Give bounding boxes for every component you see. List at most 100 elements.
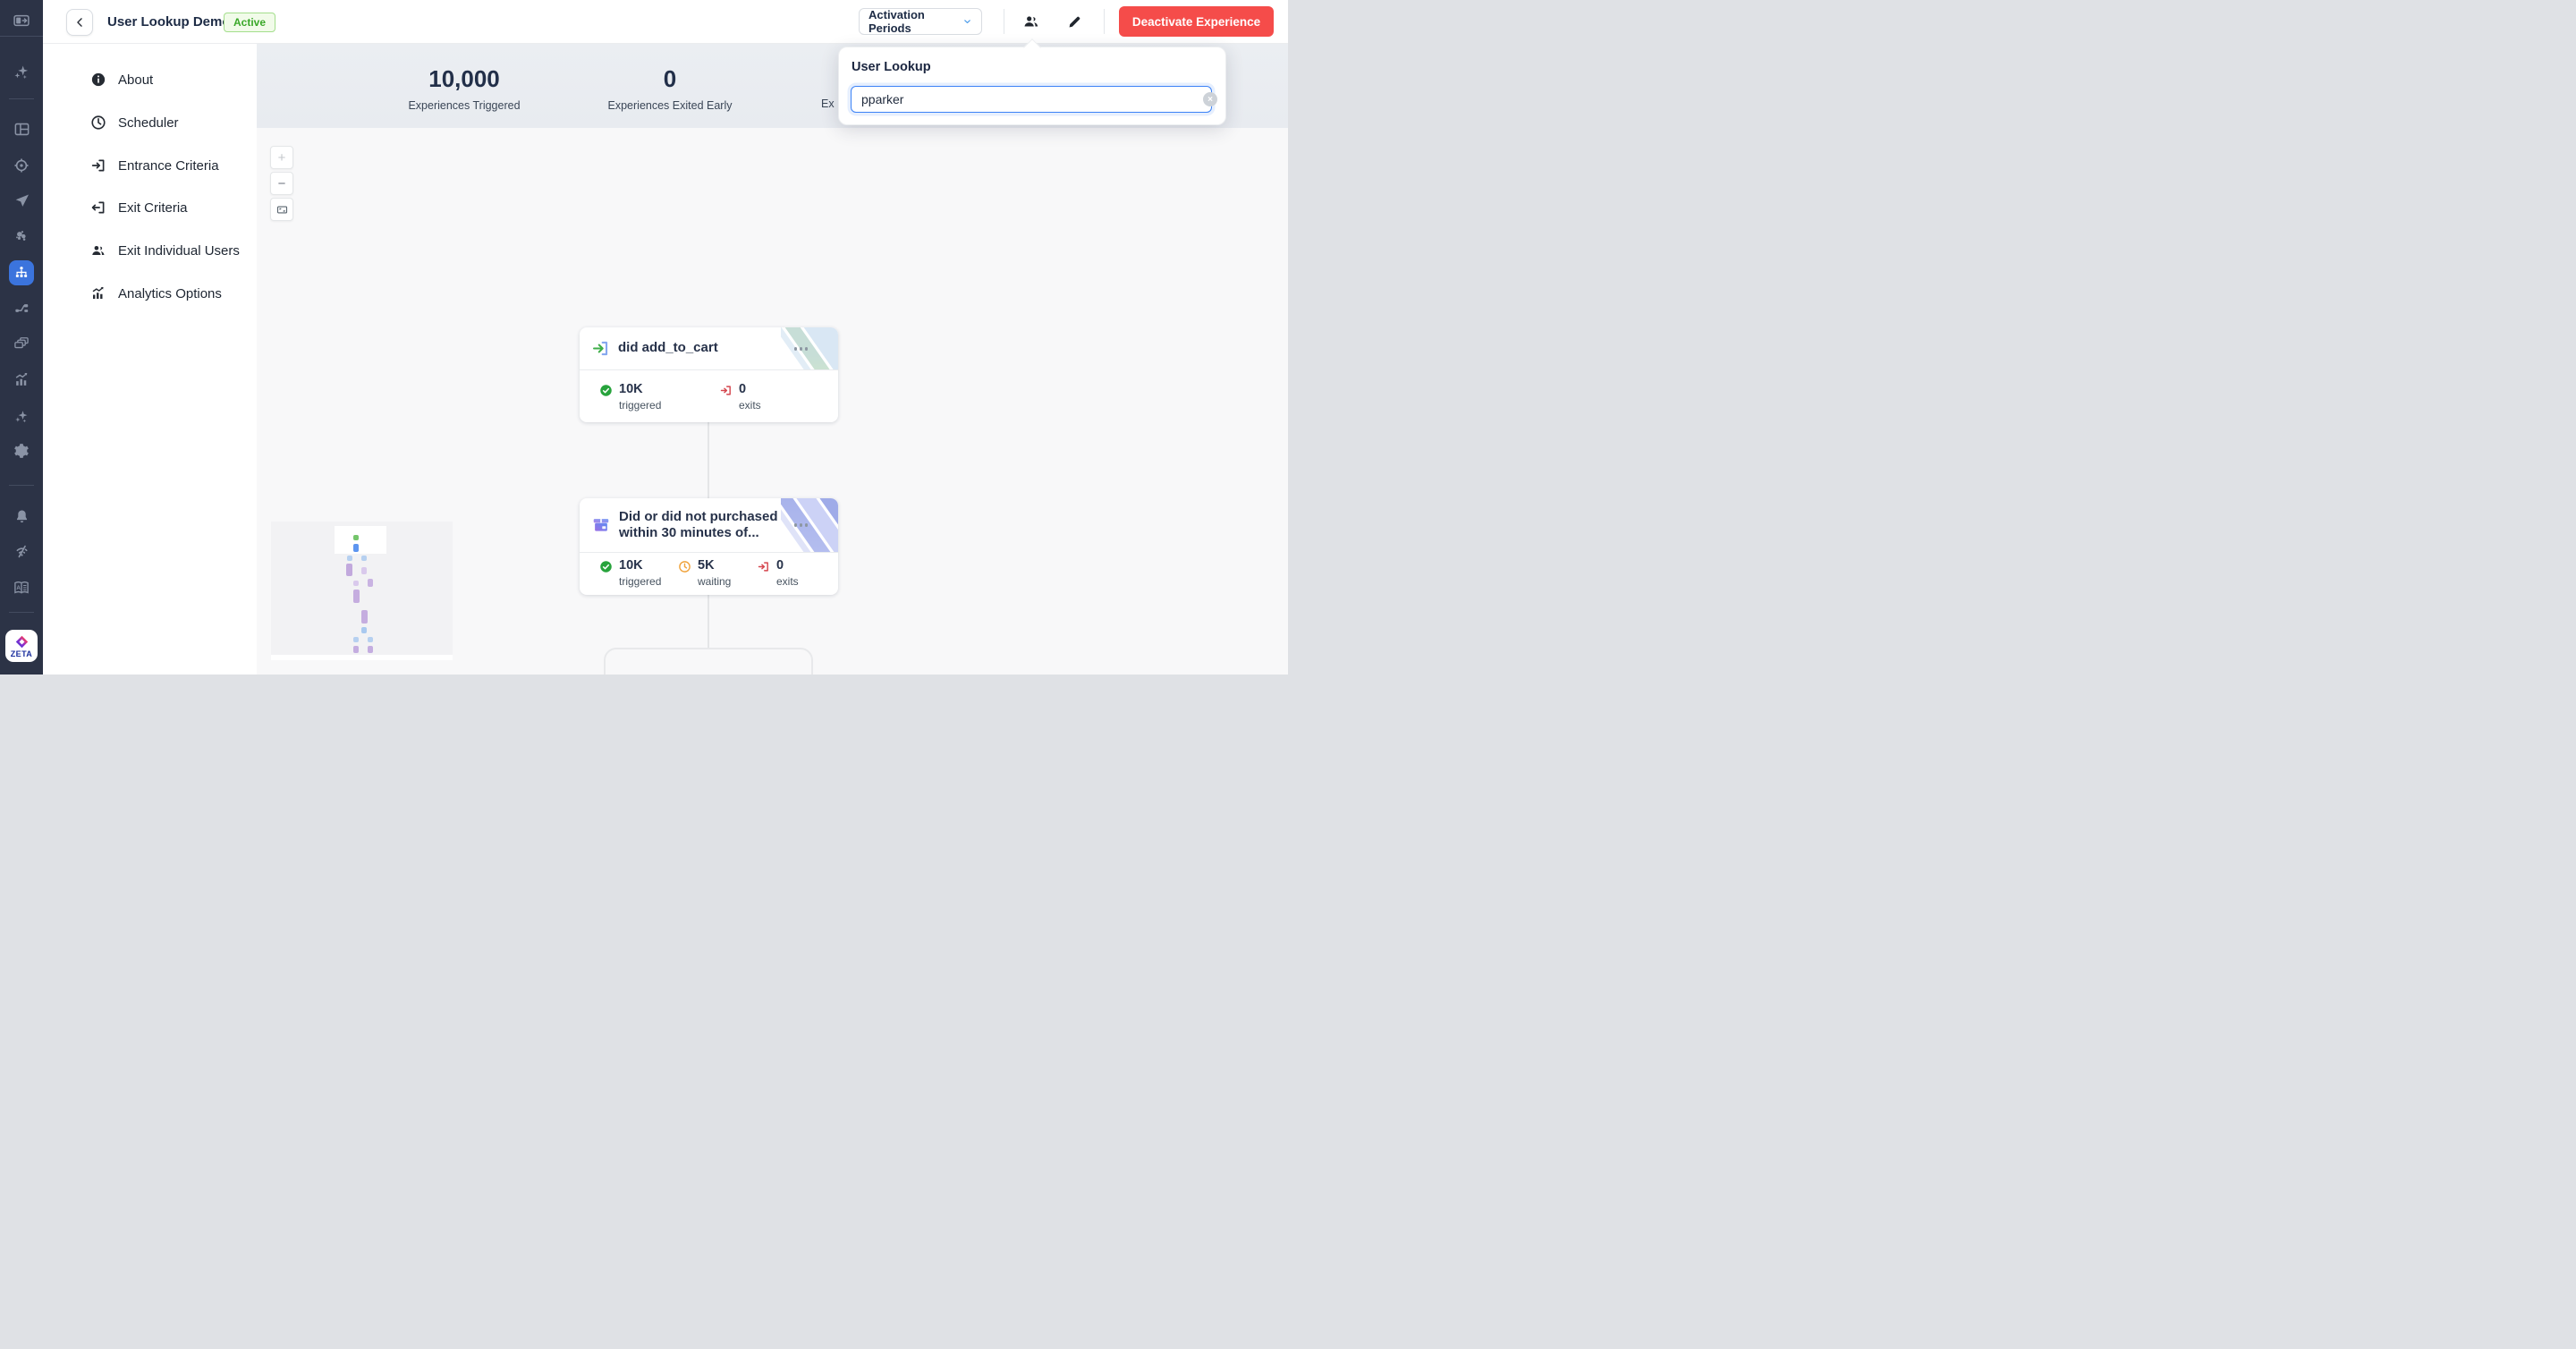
user-lookup-popup: User Lookup pparker × bbox=[838, 47, 1226, 125]
node-did-add-to-cart[interactable]: did add_to_cart 10K triggered 0exits bbox=[580, 327, 838, 422]
sidebar-item-analytics-options[interactable]: Analytics Options bbox=[43, 279, 257, 308]
stat-experiences-triggered: 10,000 Experiences Triggered bbox=[348, 43, 580, 112]
journey-canvas[interactable]: + − did add_to_cart bbox=[257, 128, 1288, 674]
connector-line bbox=[708, 422, 709, 498]
edit-button[interactable] bbox=[1064, 12, 1084, 31]
stat-label: Experiences Triggered bbox=[348, 99, 580, 112]
notifications-icon[interactable] bbox=[0, 501, 43, 531]
ai-sparkles-icon[interactable] bbox=[0, 402, 43, 432]
settings-icon[interactable] bbox=[0, 436, 43, 466]
layout-icon[interactable] bbox=[0, 114, 43, 144]
view-selector[interactable]: Activation Periods bbox=[859, 8, 982, 35]
stat-label: triggered bbox=[619, 399, 661, 411]
rail-divider bbox=[9, 485, 34, 486]
back-button[interactable] bbox=[66, 9, 93, 36]
users-icon bbox=[1022, 13, 1040, 30]
info-icon bbox=[89, 71, 107, 89]
connection-icon[interactable] bbox=[0, 536, 43, 566]
minimap-node-dot bbox=[353, 581, 359, 586]
analytics-icon bbox=[89, 284, 107, 302]
target-icon[interactable] bbox=[0, 150, 43, 181]
stat-experiences-exited-early: 0 Experiences Exited Early bbox=[554, 43, 786, 112]
zoom-out-button[interactable]: − bbox=[270, 172, 293, 195]
minimap-viewport[interactable] bbox=[335, 526, 386, 554]
sidebar-item-exit-criteria[interactable]: Exit Criteria bbox=[43, 193, 257, 222]
rail-divider bbox=[9, 98, 34, 99]
minimap-bottom-strip bbox=[271, 655, 453, 660]
node-did-or-did-not-purchase[interactable]: Did or did not purchased within 30 minut… bbox=[580, 498, 838, 595]
clear-circle-icon[interactable]: × bbox=[1203, 92, 1217, 106]
send-icon[interactable] bbox=[0, 185, 43, 216]
node-header: did add_to_cart bbox=[580, 327, 838, 370]
minimap-node-dot bbox=[353, 646, 359, 653]
experiences-icon[interactable] bbox=[9, 260, 34, 285]
flow-split-icon[interactable] bbox=[0, 293, 43, 323]
rail-divider bbox=[0, 36, 43, 37]
stat-value: 10K bbox=[619, 559, 661, 573]
branch-group-outline bbox=[604, 648, 813, 674]
minimap-node-dot bbox=[368, 637, 373, 642]
experience-sidebar: About Scheduler Entrance Criteria Exit C… bbox=[43, 43, 257, 674]
zeta-diamond-icon bbox=[14, 634, 30, 649]
exit-red-icon bbox=[757, 560, 770, 573]
sidebar-item-exit-individual-users[interactable]: Exit Individual Users bbox=[43, 236, 257, 265]
sidebar-item-scheduler[interactable]: Scheduler bbox=[43, 108, 257, 137]
package-icon bbox=[591, 515, 611, 535]
chevron-down-icon bbox=[962, 16, 972, 27]
plus-icon: + bbox=[278, 150, 286, 165]
check-circle-icon bbox=[599, 384, 613, 397]
pencil-icon bbox=[1066, 13, 1083, 30]
node-stat-waiting: 5Kwaiting bbox=[678, 559, 731, 588]
exit-icon bbox=[89, 199, 107, 216]
connector-line bbox=[708, 595, 709, 648]
node-header: Did or did not purchased within 30 minut… bbox=[580, 498, 838, 553]
node-stat-exits: 0exits bbox=[757, 559, 799, 588]
docs-icon[interactable]: A bbox=[0, 573, 43, 603]
sidebar-item-label: Exit Criteria bbox=[118, 200, 188, 216]
user-lookup-input[interactable]: pparker bbox=[851, 86, 1212, 113]
stat-label-partially-hidden: Ex bbox=[821, 98, 835, 110]
zeta-logo[interactable]: ZETA bbox=[5, 630, 38, 662]
node-corner-decoration bbox=[781, 327, 838, 369]
sidebar-item-about[interactable]: About bbox=[43, 65, 257, 94]
collapse-panel-icon[interactable] bbox=[0, 5, 43, 36]
audience-icon[interactable] bbox=[0, 221, 43, 251]
clock-icon bbox=[89, 114, 107, 132]
stat-value: 10,000 bbox=[348, 65, 580, 93]
deactivate-experience-button[interactable]: Deactivate Experience bbox=[1119, 6, 1274, 37]
sidebar-item-label: Scheduler bbox=[118, 115, 179, 131]
stat-value: 10K bbox=[619, 383, 661, 397]
fit-view-icon bbox=[275, 203, 289, 216]
entrance-icon bbox=[89, 157, 107, 174]
stat-label: Experiences Exited Early bbox=[554, 99, 786, 112]
top-bar: User Lookup Demo Active Activation Perio… bbox=[43, 0, 1288, 44]
sidebar-item-entrance-criteria[interactable]: Entrance Criteria bbox=[43, 151, 257, 180]
minimap-node-dot bbox=[353, 590, 360, 603]
analytics-icon[interactable] bbox=[0, 364, 43, 395]
stat-label: triggered bbox=[619, 575, 661, 588]
view-selector-label: Activation Periods bbox=[869, 8, 962, 35]
canvas-minimap[interactable] bbox=[271, 522, 453, 660]
sidebar-item-label: About bbox=[118, 72, 153, 88]
user-lookup-button[interactable] bbox=[1021, 12, 1041, 31]
stat-label: waiting bbox=[698, 575, 731, 588]
minimap-node-dot bbox=[361, 610, 368, 624]
sidebar-item-label: Entrance Criteria bbox=[118, 158, 219, 174]
zoom-in-button[interactable]: + bbox=[270, 146, 293, 169]
node-title: Did or did not purchased within 30 minut… bbox=[619, 509, 794, 542]
node-menu-button[interactable] bbox=[794, 347, 809, 351]
sidebar-item-label: Exit Individual Users bbox=[118, 243, 240, 259]
sparkles-icon[interactable] bbox=[0, 57, 43, 88]
rail-divider bbox=[9, 612, 34, 613]
fit-view-button[interactable] bbox=[270, 198, 293, 221]
node-menu-button[interactable] bbox=[794, 523, 809, 527]
templates-icon[interactable] bbox=[0, 328, 43, 359]
user-lookup-demo-page: A ZETA User Lookup Demo Active Activatio… bbox=[0, 0, 1288, 674]
minimap-node-dot bbox=[353, 544, 359, 552]
minimap-node-dot bbox=[353, 535, 359, 540]
topbar-divider bbox=[1104, 9, 1105, 34]
minimap-node-dot bbox=[361, 556, 367, 561]
chevron-left-icon bbox=[73, 16, 86, 29]
node-stat-exits: 0exits bbox=[719, 383, 761, 411]
minimap-node-dot bbox=[368, 646, 373, 653]
